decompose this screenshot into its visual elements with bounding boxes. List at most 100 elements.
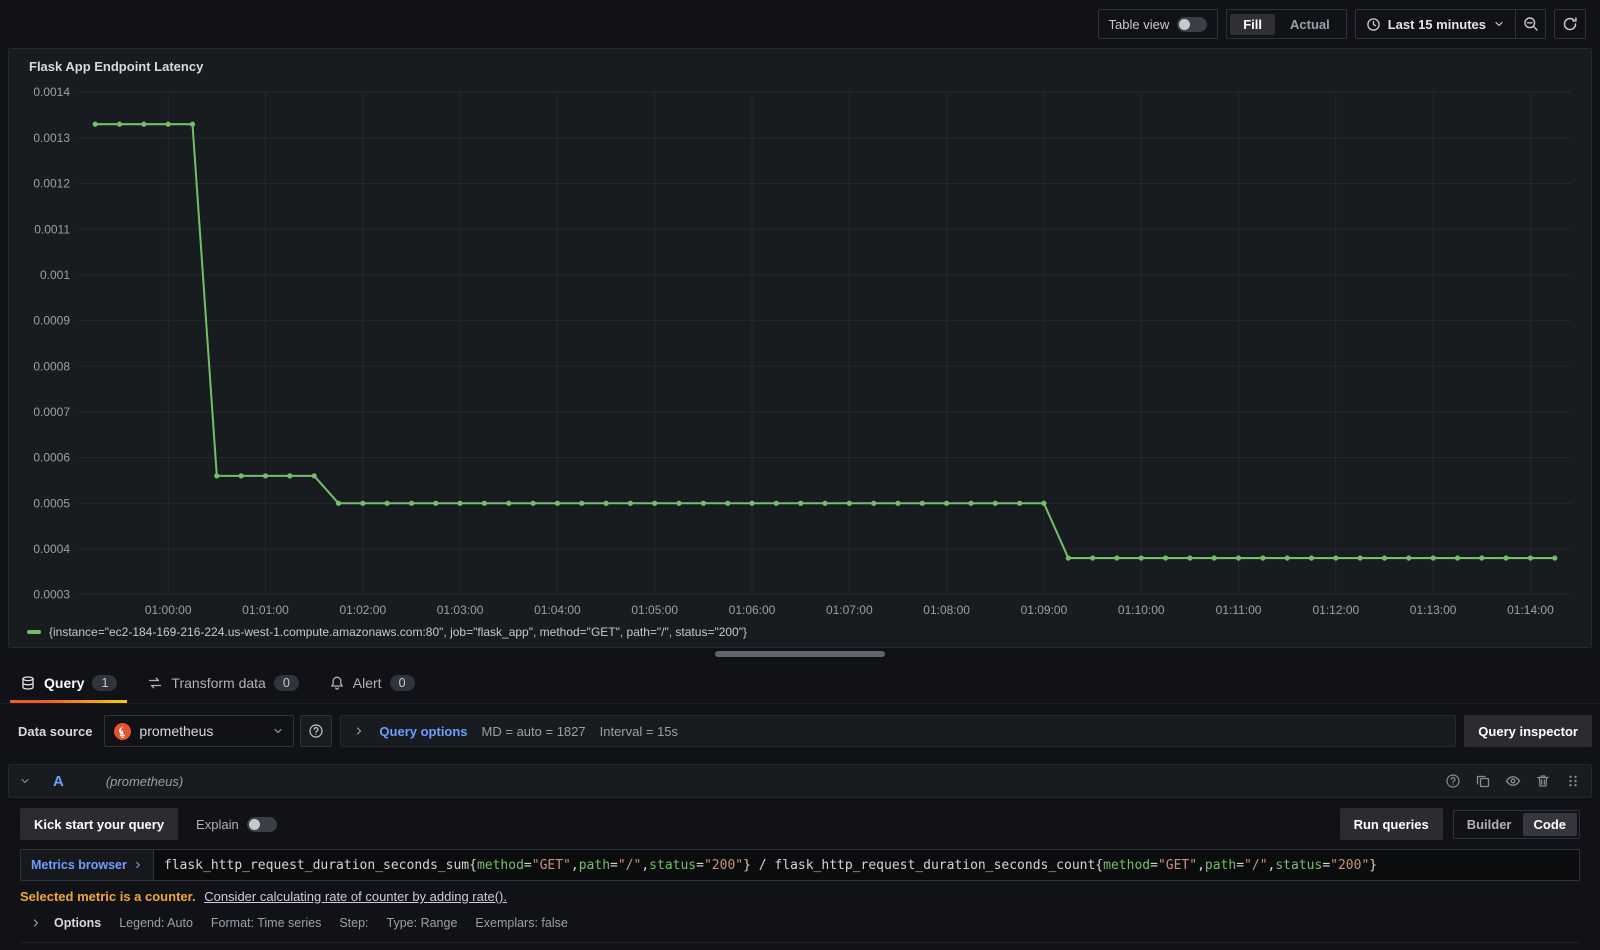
tab-alert[interactable]: Alert 0 bbox=[317, 667, 427, 703]
query-token: "200" bbox=[703, 857, 744, 873]
chevron-down-icon bbox=[1493, 18, 1505, 30]
fill-button[interactable]: Fill bbox=[1230, 13, 1275, 35]
query-token: } / flask_http_request_duration_seconds_… bbox=[743, 857, 1104, 873]
data-point bbox=[968, 500, 974, 506]
actual-button[interactable]: Actual bbox=[1277, 14, 1343, 35]
data-point bbox=[1235, 555, 1242, 561]
query-token: path bbox=[578, 857, 611, 873]
help-circle-icon[interactable] bbox=[1445, 773, 1461, 789]
collapse-chevron-down-icon[interactable] bbox=[19, 775, 31, 787]
x-tick-label: 01:14:00 bbox=[1507, 603, 1554, 617]
options-type: Type: Range bbox=[386, 916, 458, 930]
data-point bbox=[871, 500, 877, 506]
refresh-button[interactable] bbox=[1554, 9, 1586, 39]
query-options-link[interactable]: Query options bbox=[379, 724, 467, 739]
time-range-label: Last 15 minutes bbox=[1387, 16, 1486, 32]
table-view-group: Table view bbox=[1097, 9, 1219, 39]
y-tick-label: 0.0011 bbox=[34, 222, 70, 236]
x-tick-label: 01:10:00 bbox=[1118, 603, 1165, 617]
data-point bbox=[798, 500, 804, 506]
query-token: = bbox=[696, 857, 704, 873]
data-point bbox=[1284, 555, 1290, 561]
x-tick-label: 01:02:00 bbox=[339, 603, 386, 617]
datasource-row: Data source prometheus Query options MD … bbox=[8, 714, 1592, 748]
tab-query-label: Query bbox=[44, 675, 85, 691]
query-token: , bbox=[1267, 857, 1276, 873]
time-range-picker[interactable]: Last 15 minutes bbox=[1356, 10, 1515, 38]
prometheus-icon bbox=[114, 722, 132, 740]
query-token: = bbox=[610, 857, 618, 873]
zoom-out-button[interactable] bbox=[1515, 10, 1545, 38]
data-point bbox=[1333, 555, 1339, 561]
query-toolbar: Kick start your query Explain Run querie… bbox=[20, 808, 1580, 840]
promql-query-input[interactable]: flask_http_request_duration_seconds_sum{… bbox=[154, 850, 1387, 880]
tab-query-badge: 1 bbox=[92, 675, 118, 691]
datasource-picker[interactable]: prometheus bbox=[104, 715, 295, 747]
chart-area: 0.0014 0.0013 0.0012 0.0011 0.001 0.0009 0.000… bbox=[21, 78, 1579, 623]
tab-transform-label: Transform data bbox=[171, 675, 266, 691]
builder-button[interactable]: Builder bbox=[1456, 813, 1523, 836]
y-tick-label: 0.0007 bbox=[33, 405, 70, 419]
editor-tabs: Query 1 Transform data 0 Alert 0 bbox=[0, 660, 1600, 704]
query-inspector-button[interactable]: Query inspector bbox=[1464, 715, 1592, 747]
table-view-label: Table view bbox=[1108, 16, 1170, 32]
y-tick-label: 0.0013 bbox=[33, 131, 70, 145]
warning-rate-link[interactable]: Consider calculating rate of counter by … bbox=[204, 889, 507, 904]
code-button[interactable]: Code bbox=[1522, 812, 1577, 836]
tab-transform-data[interactable]: Transform data 0 bbox=[135, 667, 310, 703]
eye-icon[interactable] bbox=[1505, 773, 1521, 789]
copy-icon[interactable] bbox=[1475, 773, 1491, 789]
run-queries-button[interactable]: Run queries bbox=[1339, 808, 1443, 840]
y-tick-label: 0.0003 bbox=[33, 588, 70, 602]
explain-toggle[interactable] bbox=[246, 816, 277, 832]
x-tick-label: 01:07:00 bbox=[826, 603, 873, 617]
query-options-summary[interactable]: Options Legend: Auto Format: Time series… bbox=[20, 916, 1580, 943]
y-tick-label: 0.0004 bbox=[33, 542, 70, 556]
query-row-header[interactable]: A (prometheus) bbox=[8, 764, 1592, 798]
metrics-browser-button[interactable]: Metrics browser bbox=[21, 850, 154, 880]
horizontal-scrollbar-thumb[interactable] bbox=[715, 651, 885, 657]
data-point bbox=[408, 500, 415, 506]
warning-text: Selected metric is a counter. bbox=[20, 889, 196, 904]
query-token: "/" bbox=[1244, 857, 1268, 873]
data-point bbox=[1357, 555, 1363, 561]
trash-icon[interactable] bbox=[1535, 773, 1551, 789]
options-legend: Legend: Auto bbox=[119, 916, 193, 930]
x-tick-label: 01:03:00 bbox=[437, 603, 484, 617]
query-token: "/" bbox=[617, 857, 642, 873]
scrollbar-track bbox=[0, 648, 1600, 660]
query-ref-id[interactable]: A bbox=[53, 773, 64, 790]
y-tick-label: 0.001 bbox=[40, 268, 70, 282]
tab-query[interactable]: Query 1 bbox=[8, 667, 129, 703]
toggle-knob bbox=[1179, 18, 1191, 30]
y-tick-label: 0.0012 bbox=[33, 177, 70, 191]
legend-item[interactable]: {instance="ec2-184-169-216-224.us-west-1… bbox=[21, 623, 1579, 643]
time-picker-group: Last 15 minutes bbox=[1354, 9, 1546, 39]
query-datasource-hint: (prometheus) bbox=[105, 773, 184, 789]
datasource-help-button[interactable] bbox=[300, 715, 333, 747]
kick-start-query-button[interactable]: Kick start your query bbox=[20, 808, 179, 840]
query-token: , bbox=[570, 857, 579, 873]
query-options-interval: Interval = 15s bbox=[599, 723, 679, 739]
data-point bbox=[1163, 555, 1169, 561]
data-point bbox=[1381, 555, 1388, 561]
data-point bbox=[846, 500, 852, 506]
legend-series-swatch bbox=[27, 630, 41, 634]
data-point bbox=[311, 473, 317, 479]
query-token: = bbox=[1322, 857, 1331, 873]
data-point bbox=[481, 500, 487, 506]
data-point bbox=[1090, 555, 1096, 561]
x-tick-label: 01:01:00 bbox=[242, 603, 289, 617]
data-point bbox=[1138, 555, 1144, 561]
x-tick-label: 01:00:00 bbox=[145, 603, 192, 617]
x-tick-label: 01:05:00 bbox=[631, 603, 678, 617]
y-tick-label: 0.0006 bbox=[33, 451, 70, 465]
y-tick-label: 0.0014 bbox=[33, 85, 70, 99]
latency-chart[interactable]: 0.0014 0.0013 0.0012 0.0011 0.001 0.0009 0.000… bbox=[21, 78, 1579, 623]
table-view-toggle[interactable] bbox=[1177, 16, 1208, 32]
query-token: flask_http_request_duration_seconds_sum{ bbox=[163, 857, 477, 873]
chevron-right-icon bbox=[30, 917, 42, 929]
x-tick-label: 01:11:00 bbox=[1216, 603, 1262, 617]
drag-handle-icon[interactable] bbox=[1565, 773, 1581, 789]
data-point bbox=[262, 473, 269, 479]
